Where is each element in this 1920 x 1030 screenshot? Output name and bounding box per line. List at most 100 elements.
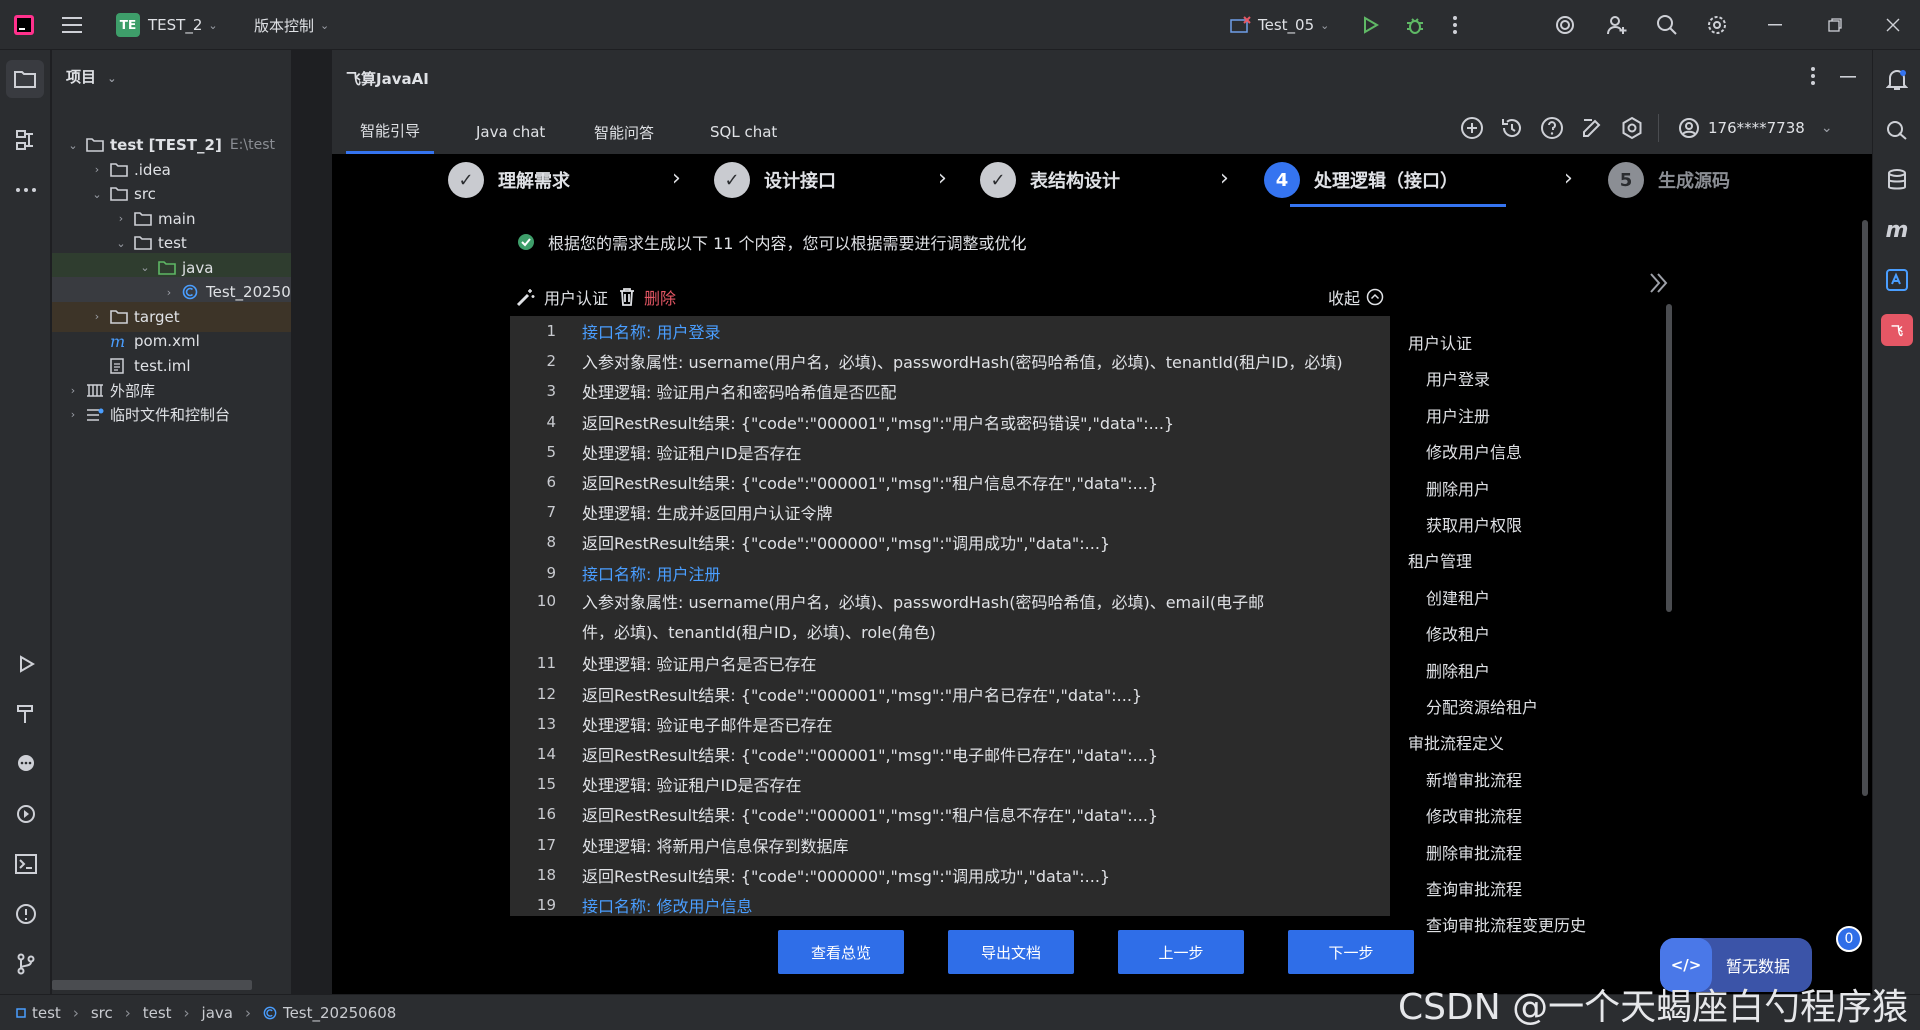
code-line[interactable]: 8 返回RestResult结果: {"code":"000000","msg":… — [510, 527, 1390, 557]
interface-name-link[interactable]: 接口名称: 用户注册 — [582, 561, 720, 585]
outline-item[interactable]: 修改审批流程 — [1426, 797, 1522, 833]
outline-item[interactable]: 用户注册 — [1426, 397, 1490, 433]
outline-group[interactable]: 审批流程定义 — [1408, 724, 1504, 760]
code-line[interactable]: 6 返回RestResult结果: {"code":"000001","msg":… — [510, 467, 1390, 497]
outline-item[interactable]: 分配资源给租户 — [1426, 688, 1538, 724]
code-line[interactable]: 18 返回RestResult结果: {"code":"000000","msg"… — [510, 860, 1390, 890]
code-line[interactable]: 19 接口名称: 修改用户信息 — [510, 890, 1390, 916]
run-button[interactable] — [1360, 0, 1380, 50]
chat-icon[interactable] — [12, 750, 40, 778]
app-logo-icon[interactable] — [12, 0, 36, 50]
outline-item[interactable]: 删除审批流程 — [1426, 834, 1522, 870]
panel-scrollbar[interactable] — [1862, 220, 1868, 796]
more-tools-icon[interactable] — [12, 176, 40, 204]
breadcrumb-item[interactable]: test — [143, 1004, 172, 1022]
breadcrumb-item[interactable]: test — [32, 1004, 61, 1022]
project-switcher[interactable]: TE TEST_2 ⌄ — [116, 0, 218, 50]
outline-item[interactable]: 用户登录 — [1426, 360, 1490, 396]
code-line[interactable]: 13 处理逻辑: 验证电子邮件是否已存在 — [510, 709, 1390, 739]
vcs-menu[interactable]: 版本控制 ⌄ — [254, 0, 329, 50]
breadcrumb-item[interactable]: src — [91, 1004, 113, 1022]
interface-name-link[interactable]: 接口名称: 用户登录 — [582, 319, 720, 343]
build-hammer-icon[interactable] — [12, 700, 40, 728]
run-config-selector[interactable]: Test_05 ⌄ — [1230, 0, 1329, 50]
code-line[interactable]: 16 返回RestResult结果: {"code":"000001","msg"… — [510, 799, 1390, 829]
maven-icon[interactable]: m — [1883, 216, 1911, 244]
project-panel-title[interactable]: 项目 ⌄ — [66, 66, 116, 87]
chevron-down-icon[interactable]: ⌄ — [66, 139, 80, 152]
database-icon[interactable] — [1883, 166, 1911, 194]
code-line[interactable]: 1 接口名称: 用户登录 — [510, 316, 1390, 346]
terminal-icon[interactable] — [12, 850, 40, 878]
export-doc-button[interactable]: 导出文档 — [948, 930, 1074, 974]
gear-icon[interactable] — [1706, 0, 1728, 50]
code-line[interactable]: 3 处理逻辑: 验证用户名和密码哈希值是否匹配 — [510, 376, 1390, 406]
run-icon[interactable] — [12, 650, 40, 678]
git-branch-icon[interactable] — [12, 950, 40, 978]
delete-button[interactable]: 删除 — [618, 285, 676, 309]
close-icon[interactable] — [1886, 0, 1900, 50]
account-menu[interactable]: 176****7738 ⌄ — [1678, 114, 1833, 142]
double-chevron-right-icon[interactable] — [1648, 272, 1668, 294]
add-user-icon[interactable] — [1606, 0, 1628, 50]
search-icon[interactable] — [1656, 0, 1678, 50]
chevron-down-icon[interactable]: ⌄ — [138, 261, 152, 274]
more-options-icon[interactable] — [1810, 66, 1816, 86]
add-circle-icon[interactable] — [1460, 116, 1486, 142]
outline-item[interactable]: 修改用户信息 — [1426, 433, 1522, 469]
step-2[interactable]: ✓ 设计接口 — [714, 158, 836, 202]
more-actions-icon[interactable] — [1452, 0, 1458, 50]
structure-icon[interactable] — [12, 126, 40, 154]
step-1[interactable]: ✓ 理解需求 — [448, 158, 570, 202]
breadcrumb-item[interactable]: java — [202, 1004, 233, 1022]
outline-group[interactable]: 租户管理 — [1408, 542, 1472, 578]
outline-item[interactable]: 修改租户 — [1426, 615, 1490, 651]
services-icon[interactable] — [12, 800, 40, 828]
settings-icon[interactable] — [1620, 116, 1646, 142]
ai-chat-icon[interactable] — [1883, 116, 1911, 144]
chevron-down-icon[interactable]: ⌄ — [90, 188, 104, 201]
interface-name-link[interactable]: 接口名称: 修改用户信息 — [582, 893, 752, 916]
logic-editor[interactable]: 1 接口名称: 用户登录 2 入参对象属性: username(用户名，必填)、pas… — [510, 316, 1390, 916]
history-icon[interactable] — [1500, 116, 1526, 142]
code-line[interactable]: 4 返回RestResult结果: {"code":"000001","msg":… — [510, 407, 1390, 437]
chevron-right-icon[interactable]: › — [90, 310, 104, 323]
outline-item[interactable]: 获取用户权限 — [1426, 506, 1522, 542]
collapse-button[interactable]: 收起 — [1328, 282, 1384, 312]
chevron-right-icon[interactable]: › — [90, 163, 104, 176]
outline-item[interactable]: 查询审批流程 — [1426, 870, 1522, 906]
edit-icon[interactable] — [1580, 116, 1606, 142]
debug-button[interactable] — [1404, 0, 1426, 50]
horizontal-scrollbar[interactable] — [52, 980, 252, 990]
chevron-down-icon[interactable]: ⌄ — [114, 237, 128, 250]
code-line[interactable]: 5 处理逻辑: 验证租户ID是否存在 — [510, 437, 1390, 467]
step-3[interactable]: ✓ 表结构设计 — [980, 158, 1120, 202]
minimize-icon[interactable] — [1768, 0, 1782, 50]
ai-assistant-icon[interactable] — [1554, 0, 1576, 50]
code-line[interactable]: 9 接口名称: 用户注册 — [510, 558, 1390, 588]
code-line[interactable]: 15 处理逻辑: 验证租户ID是否存在 — [510, 769, 1390, 799]
help-icon[interactable] — [1540, 116, 1566, 142]
code-line[interactable]: 11 处理逻辑: 验证用户名是否已存在 — [510, 648, 1390, 678]
code-line[interactable]: 10 入参对象属性: username(用户名，必填)、passwordHash(… — [510, 588, 1390, 648]
restore-icon[interactable] — [1828, 0, 1842, 50]
main-menu-icon[interactable] — [62, 0, 84, 50]
chevron-right-icon[interactable]: › — [162, 286, 176, 299]
outline-item[interactable]: 查询审批流程变更历史 — [1426, 906, 1586, 942]
code-line[interactable]: 7 处理逻辑: 生成并返回用户认证令牌 — [510, 497, 1390, 527]
tab-java-chat[interactable]: Java chat — [462, 110, 559, 154]
step-5[interactable]: 5 生成源码 — [1608, 158, 1730, 202]
translate-icon[interactable] — [1883, 266, 1911, 294]
code-line[interactable]: 12 返回RestResult结果: {"code":"000001","msg"… — [510, 679, 1390, 709]
step-4[interactable]: 4 处理逻辑（接口） — [1264, 158, 1458, 202]
chevron-right-icon[interactable]: › — [66, 408, 80, 421]
tab-smart-guide[interactable]: 智能引导 — [346, 110, 435, 154]
outline-scrollbar[interactable] — [1666, 304, 1672, 612]
feisuan-plugin-icon[interactable]: 飞 — [1881, 314, 1913, 346]
code-line[interactable]: 14 返回RestResult结果: {"code":"000001","msg"… — [510, 739, 1390, 769]
outline-item[interactable]: 创建租户 — [1426, 579, 1490, 615]
tree-item[interactable]: › 临时文件和控制台 — [52, 400, 291, 430]
tab-smart-qa[interactable]: 智能问答 — [580, 110, 668, 154]
outline-item[interactable]: 删除租户 — [1426, 652, 1490, 688]
hide-panel-icon[interactable] — [1840, 76, 1856, 78]
